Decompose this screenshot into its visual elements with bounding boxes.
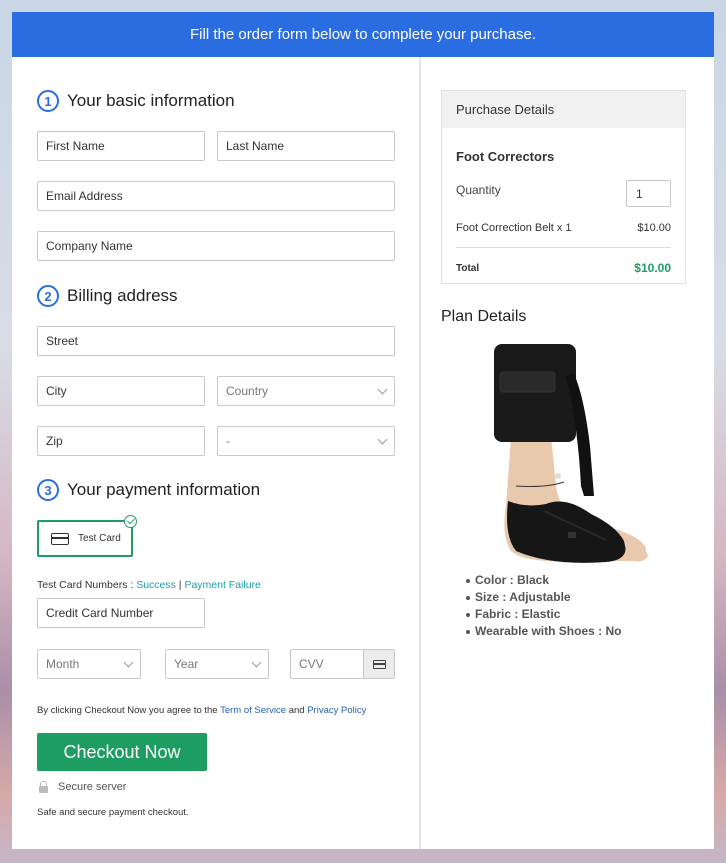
terms-link[interactable]: Term of Service <box>220 705 286 716</box>
year-select[interactable]: Year <box>165 649 269 679</box>
month-select[interactable]: Month <box>37 649 141 679</box>
top-banner: Fill the order form below to complete yo… <box>12 12 714 57</box>
plan-attributes: Color : Black Size : Adjustable Fabric :… <box>466 572 621 640</box>
total-label: Total <box>456 263 480 274</box>
chevron-down-icon <box>251 657 262 667</box>
quantity-input[interactable]: 1 <box>626 180 671 207</box>
attribute-text: Fabric : Elastic <box>475 607 561 621</box>
secure-server-label: Secure server <box>58 781 127 793</box>
list-item: Wearable with Shoes : No <box>466 623 621 640</box>
bullet-icon <box>466 578 470 583</box>
attribute-text: Color : Black <box>475 573 550 587</box>
agreement-and: and <box>286 705 308 716</box>
divider <box>456 247 671 248</box>
cvv-input[interactable]: CVV <box>290 649 395 679</box>
purchase-details-header: Purchase Details <box>442 91 685 128</box>
email-input[interactable]: Email Address <box>37 181 395 211</box>
step-3-icon: 3 <box>37 479 59 501</box>
section-title: Your basic information <box>67 91 235 110</box>
lock-icon <box>39 780 48 793</box>
summary-column: Purchase Details Foot Correctors Quantit… <box>421 57 714 849</box>
banner-text: Fill the order form below to complete yo… <box>190 26 536 43</box>
country-select-value: Country <box>226 384 269 398</box>
year-select-value: Year <box>174 657 199 671</box>
purchase-details-box: Purchase Details Foot Correctors Quantit… <box>441 90 686 284</box>
form-column: 1 Your basic information First Name Last… <box>12 57 421 849</box>
order-form-card: 1 Your basic information First Name Last… <box>12 57 714 849</box>
section-payment: 3 Your payment information <box>37 479 260 501</box>
chevron-down-icon <box>377 434 388 444</box>
privacy-link[interactable]: Privacy Policy <box>307 705 366 716</box>
test-card-numbers: Test Card Numbers : Success | Payment Fa… <box>37 579 261 591</box>
agreement-prefix: By clicking Checkout Now you agree to th… <box>37 705 221 716</box>
state-select-value: - <box>226 434 230 448</box>
product-image <box>494 344 648 563</box>
card-cvv-icon <box>363 650 394 678</box>
section-title: Your payment information <box>67 480 261 499</box>
checkmark-icon <box>124 515 137 528</box>
state-select[interactable]: - <box>217 426 395 456</box>
list-item: Fabric : Elastic <box>466 606 621 623</box>
attribute-text: Wearable with Shoes : No <box>475 624 622 638</box>
plan-details-title: Plan Details <box>441 308 527 325</box>
product-name: Foot Correctors <box>456 149 555 164</box>
list-item: Color : Black <box>466 572 621 589</box>
credit-card-input[interactable]: Credit Card Number <box>37 598 205 628</box>
cvv-placeholder: CVV <box>299 657 324 671</box>
city-input[interactable]: City <box>37 376 205 406</box>
credit-card-icon <box>51 532 69 545</box>
list-item: Size : Adjustable <box>466 589 621 606</box>
street-input[interactable]: Street <box>37 326 395 356</box>
total-value: $10.00 <box>634 261 671 275</box>
chevron-down-icon <box>123 657 134 667</box>
last-name-input[interactable]: Last Name <box>217 131 395 161</box>
first-name-input[interactable]: First Name <box>37 131 205 161</box>
chevron-down-icon <box>377 384 388 394</box>
checkout-button[interactable]: Checkout Now <box>37 733 207 771</box>
payment-failure-link[interactable]: Payment Failure <box>184 579 260 591</box>
attribute-text: Size : Adjustable <box>475 590 571 604</box>
section-basic-info: 1 Your basic information <box>37 90 235 112</box>
line-item-name: Foot Correction Belt x 1 <box>456 222 572 234</box>
bullet-icon <box>466 595 470 600</box>
secure-server: Secure server <box>37 780 127 793</box>
line-item-price: $10.00 <box>637 222 671 234</box>
bullet-icon <box>466 629 470 634</box>
test-card-option[interactable]: Test Card <box>37 515 137 557</box>
company-input[interactable]: Company Name <box>37 231 395 261</box>
month-select-value: Month <box>46 657 80 671</box>
test-numbers-label: Test Card Numbers : <box>37 579 137 591</box>
section-billing: 2 Billing address <box>37 285 178 307</box>
zip-input[interactable]: Zip <box>37 426 205 456</box>
success-link[interactable]: Success <box>136 579 176 591</box>
quantity-label: Quantity <box>456 183 501 197</box>
step-2-icon: 2 <box>37 285 59 307</box>
step-1-icon: 1 <box>37 90 59 112</box>
bullet-icon <box>466 612 470 617</box>
terms-agreement: By clicking Checkout Now you agree to th… <box>37 705 366 716</box>
safe-checkout-note: Safe and secure payment checkout. <box>37 807 189 818</box>
section-title: Billing address <box>67 286 178 305</box>
test-card-label: Test Card <box>78 533 121 544</box>
country-select[interactable]: Country <box>217 376 395 406</box>
